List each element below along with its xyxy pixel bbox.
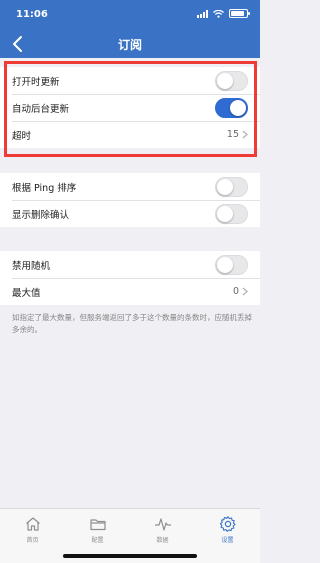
page-title: 订阅 [117, 38, 142, 52]
row-label: 超时 [12, 130, 32, 142]
section-random: 禁用随机 最大值 0 [0, 251, 260, 305]
row-label: 显示删除确认 [12, 209, 70, 221]
timeout-value: 15 [226, 129, 239, 140]
section-display: 根据 Ping 排序 显示删除确认 [0, 173, 260, 227]
row-sort-by-ping[interactable]: 根据 Ping 排序 [0, 173, 260, 200]
chevron-right-icon [242, 130, 248, 139]
row-label: 自动后台更新 [12, 103, 70, 115]
row-timeout[interactable]: 超时 15 [0, 121, 260, 148]
max-value: 0 [232, 286, 239, 297]
max-value-footnote: 如指定了最大数量，但服务端返回了多于这个数量的条数时，应随机丢掉多余的。 [12, 313, 252, 334]
row-label: 禁用随机 [12, 260, 51, 272]
auto-background-update-toggle[interactable] [215, 97, 248, 118]
cellular-signal-icon [197, 9, 208, 18]
status-icons [197, 9, 250, 18]
gear-icon [219, 516, 236, 532]
chevron-right-icon [242, 287, 248, 296]
row-label: 根据 Ping 排序 [12, 182, 77, 194]
tab-label: 设置 [221, 537, 234, 544]
folder-icon [89, 519, 106, 531]
row-auto-background-update[interactable]: 自动后台更新 [0, 94, 260, 121]
navigation-bar: 11:06 订阅 [0, 0, 260, 58]
wifi-icon [213, 9, 224, 18]
row-label: 最大值 [12, 287, 41, 299]
pulse-icon [154, 518, 171, 531]
tab-label: 数据 [156, 537, 169, 544]
battery-icon [229, 9, 250, 18]
status-time: 11:06 [16, 9, 48, 20]
home-icon [25, 517, 40, 531]
row-update-on-open[interactable]: 打开时更新 [0, 67, 260, 94]
sort-by-ping-toggle[interactable] [215, 176, 248, 197]
home-indicator [63, 554, 197, 558]
row-disable-random[interactable]: 禁用随机 [0, 251, 260, 278]
section-update: 打开时更新 自动后台更新 超时 15 [0, 67, 260, 148]
show-delete-confirm-toggle[interactable] [215, 203, 248, 224]
tab-label: 配置 [91, 537, 104, 544]
tab-label: 首页 [26, 537, 39, 544]
tab-settings[interactable]: 设置 [195, 509, 260, 563]
row-show-delete-confirm[interactable]: 显示删除确认 [0, 200, 260, 227]
tab-home[interactable]: 首页 [0, 509, 65, 563]
update-on-open-toggle[interactable] [215, 70, 248, 91]
row-max-value[interactable]: 最大值 0 [0, 278, 260, 305]
row-label: 打开时更新 [12, 76, 60, 88]
disable-random-toggle[interactable] [215, 254, 248, 275]
